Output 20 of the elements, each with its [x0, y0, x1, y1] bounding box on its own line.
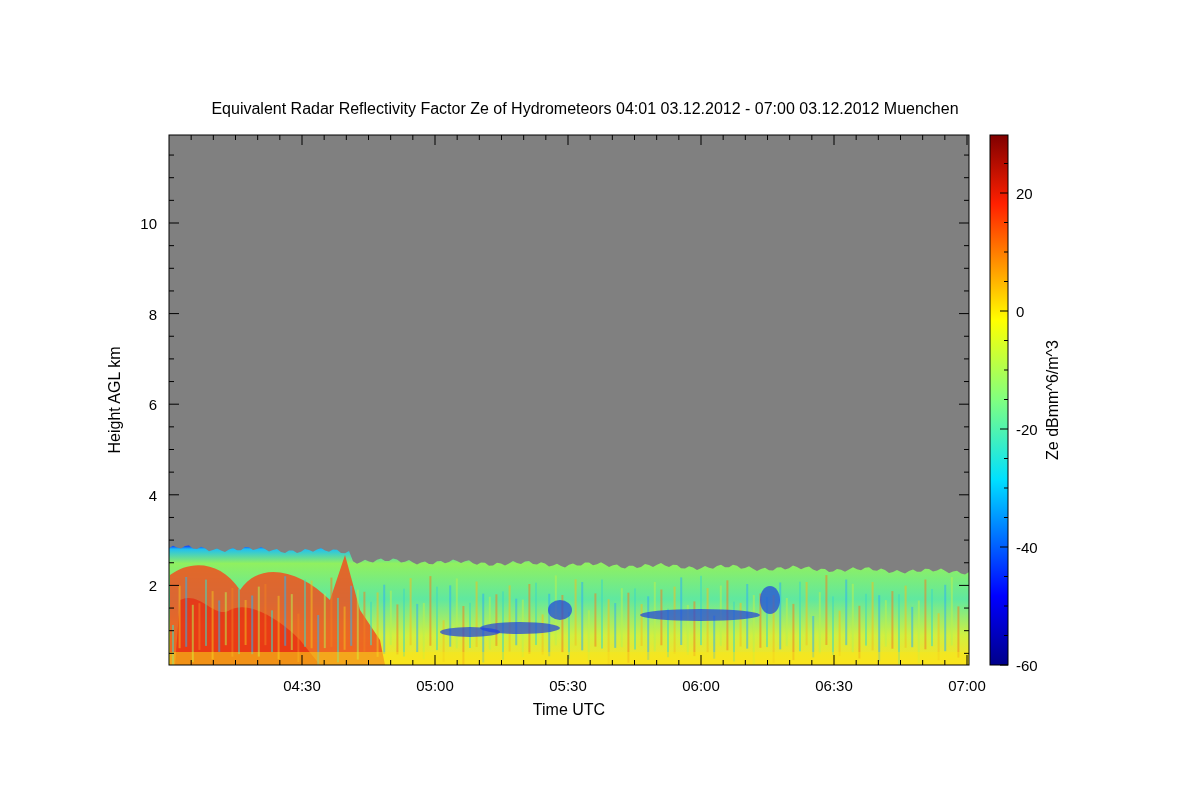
colorbar-label: Ze dBmm^6/m^3 — [1044, 340, 1061, 460]
x-axis-label: Time UTC — [532, 701, 606, 718]
colorbar-tick-label: 0 — [1016, 303, 1025, 320]
colorbar-tick-label: -20 — [1016, 421, 1038, 438]
y-tick-label: 6 — [148, 396, 157, 414]
chart-title: Equivalent Radar Reflectivity Factor Ze of Hydrometeors 04:01 03.12.2012 - 07:00 03.12.2012 Muenchen — [211, 100, 959, 117]
colorbar-tick-label: -60 — [1016, 657, 1038, 674]
x-tick-label: 07:00 — [948, 677, 986, 694]
x-tick-label: 06:00 — [682, 677, 720, 694]
y-tick-label: 4 — [148, 486, 157, 504]
colorbar-tick-label: -40 — [1016, 539, 1038, 556]
x-tick-label: 06:30 — [815, 677, 853, 694]
colorbar-tick-label: 20 — [1016, 185, 1033, 202]
y-axis-label: Height AGL km — [106, 346, 123, 454]
x-tick-label: 05:00 — [416, 677, 454, 694]
y-tick-label: 2 — [148, 577, 157, 595]
y-tick-label: 8 — [148, 305, 157, 323]
x-tick-label: 05:30 — [549, 677, 587, 694]
x-tick-label: 04:30 — [283, 677, 321, 694]
y-tick-label: 10 — [140, 215, 157, 232]
